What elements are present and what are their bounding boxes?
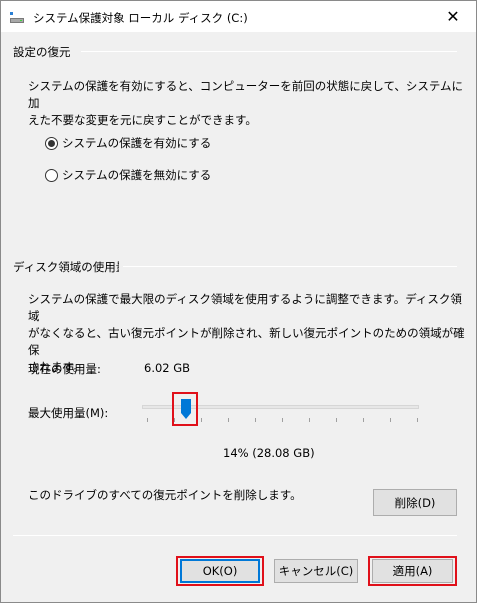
slider-thumb[interactable] — [180, 399, 191, 419]
current-usage-value: 6.02 GB — [144, 361, 191, 375]
delete-description: このドライブのすべての復元ポイントを削除します。 — [28, 488, 302, 502]
title-bar: システム保護対象 ローカル ディスク (C:) ✕ — [1, 1, 476, 32]
radio-selected-icon — [45, 136, 58, 150]
ok-button[interactable]: OK(O) — [180, 559, 260, 583]
restore-group-label: 設定の復元 — [13, 45, 71, 59]
restore-group-divider — [81, 51, 457, 52]
disk-group-label: ディスク領域の使用量 — [13, 260, 119, 274]
footer-divider — [13, 535, 457, 536]
window-title: システム保護対象 ローカル ディスク (C:) — [33, 11, 248, 25]
disk-group-divider — [123, 266, 457, 267]
delete-button[interactable]: 削除(D) — [373, 489, 457, 516]
apply-button[interactable]: 適用(A) — [372, 559, 453, 583]
slider-highlight — [171, 392, 198, 426]
close-button[interactable]: ✕ — [430, 1, 476, 32]
radio-unselected-icon — [45, 168, 58, 182]
radio-enable-protection[interactable]: システムの保護を有効にする — [45, 135, 211, 151]
drive-icon — [10, 12, 24, 23]
current-usage-label: 現在の使用量: — [28, 362, 101, 376]
close-icon: ✕ — [446, 7, 460, 26]
cancel-button[interactable]: キャンセル(C) — [274, 559, 358, 583]
radio-disable-protection[interactable]: システムの保護を無効にする — [45, 167, 211, 183]
max-usage-label: 最大使用量(M): — [28, 406, 109, 420]
restore-description: システムの保護を有効にすると、コンピューターを前回の状態に戻して、システムに加 … — [28, 79, 464, 127]
system-protection-dialog: システム保護対象 ローカル ディスク (C:) ✕ 設定の復元 システムの保護を… — [0, 0, 477, 603]
slider-value-readout: 14% (28.08 GB) — [223, 446, 315, 460]
